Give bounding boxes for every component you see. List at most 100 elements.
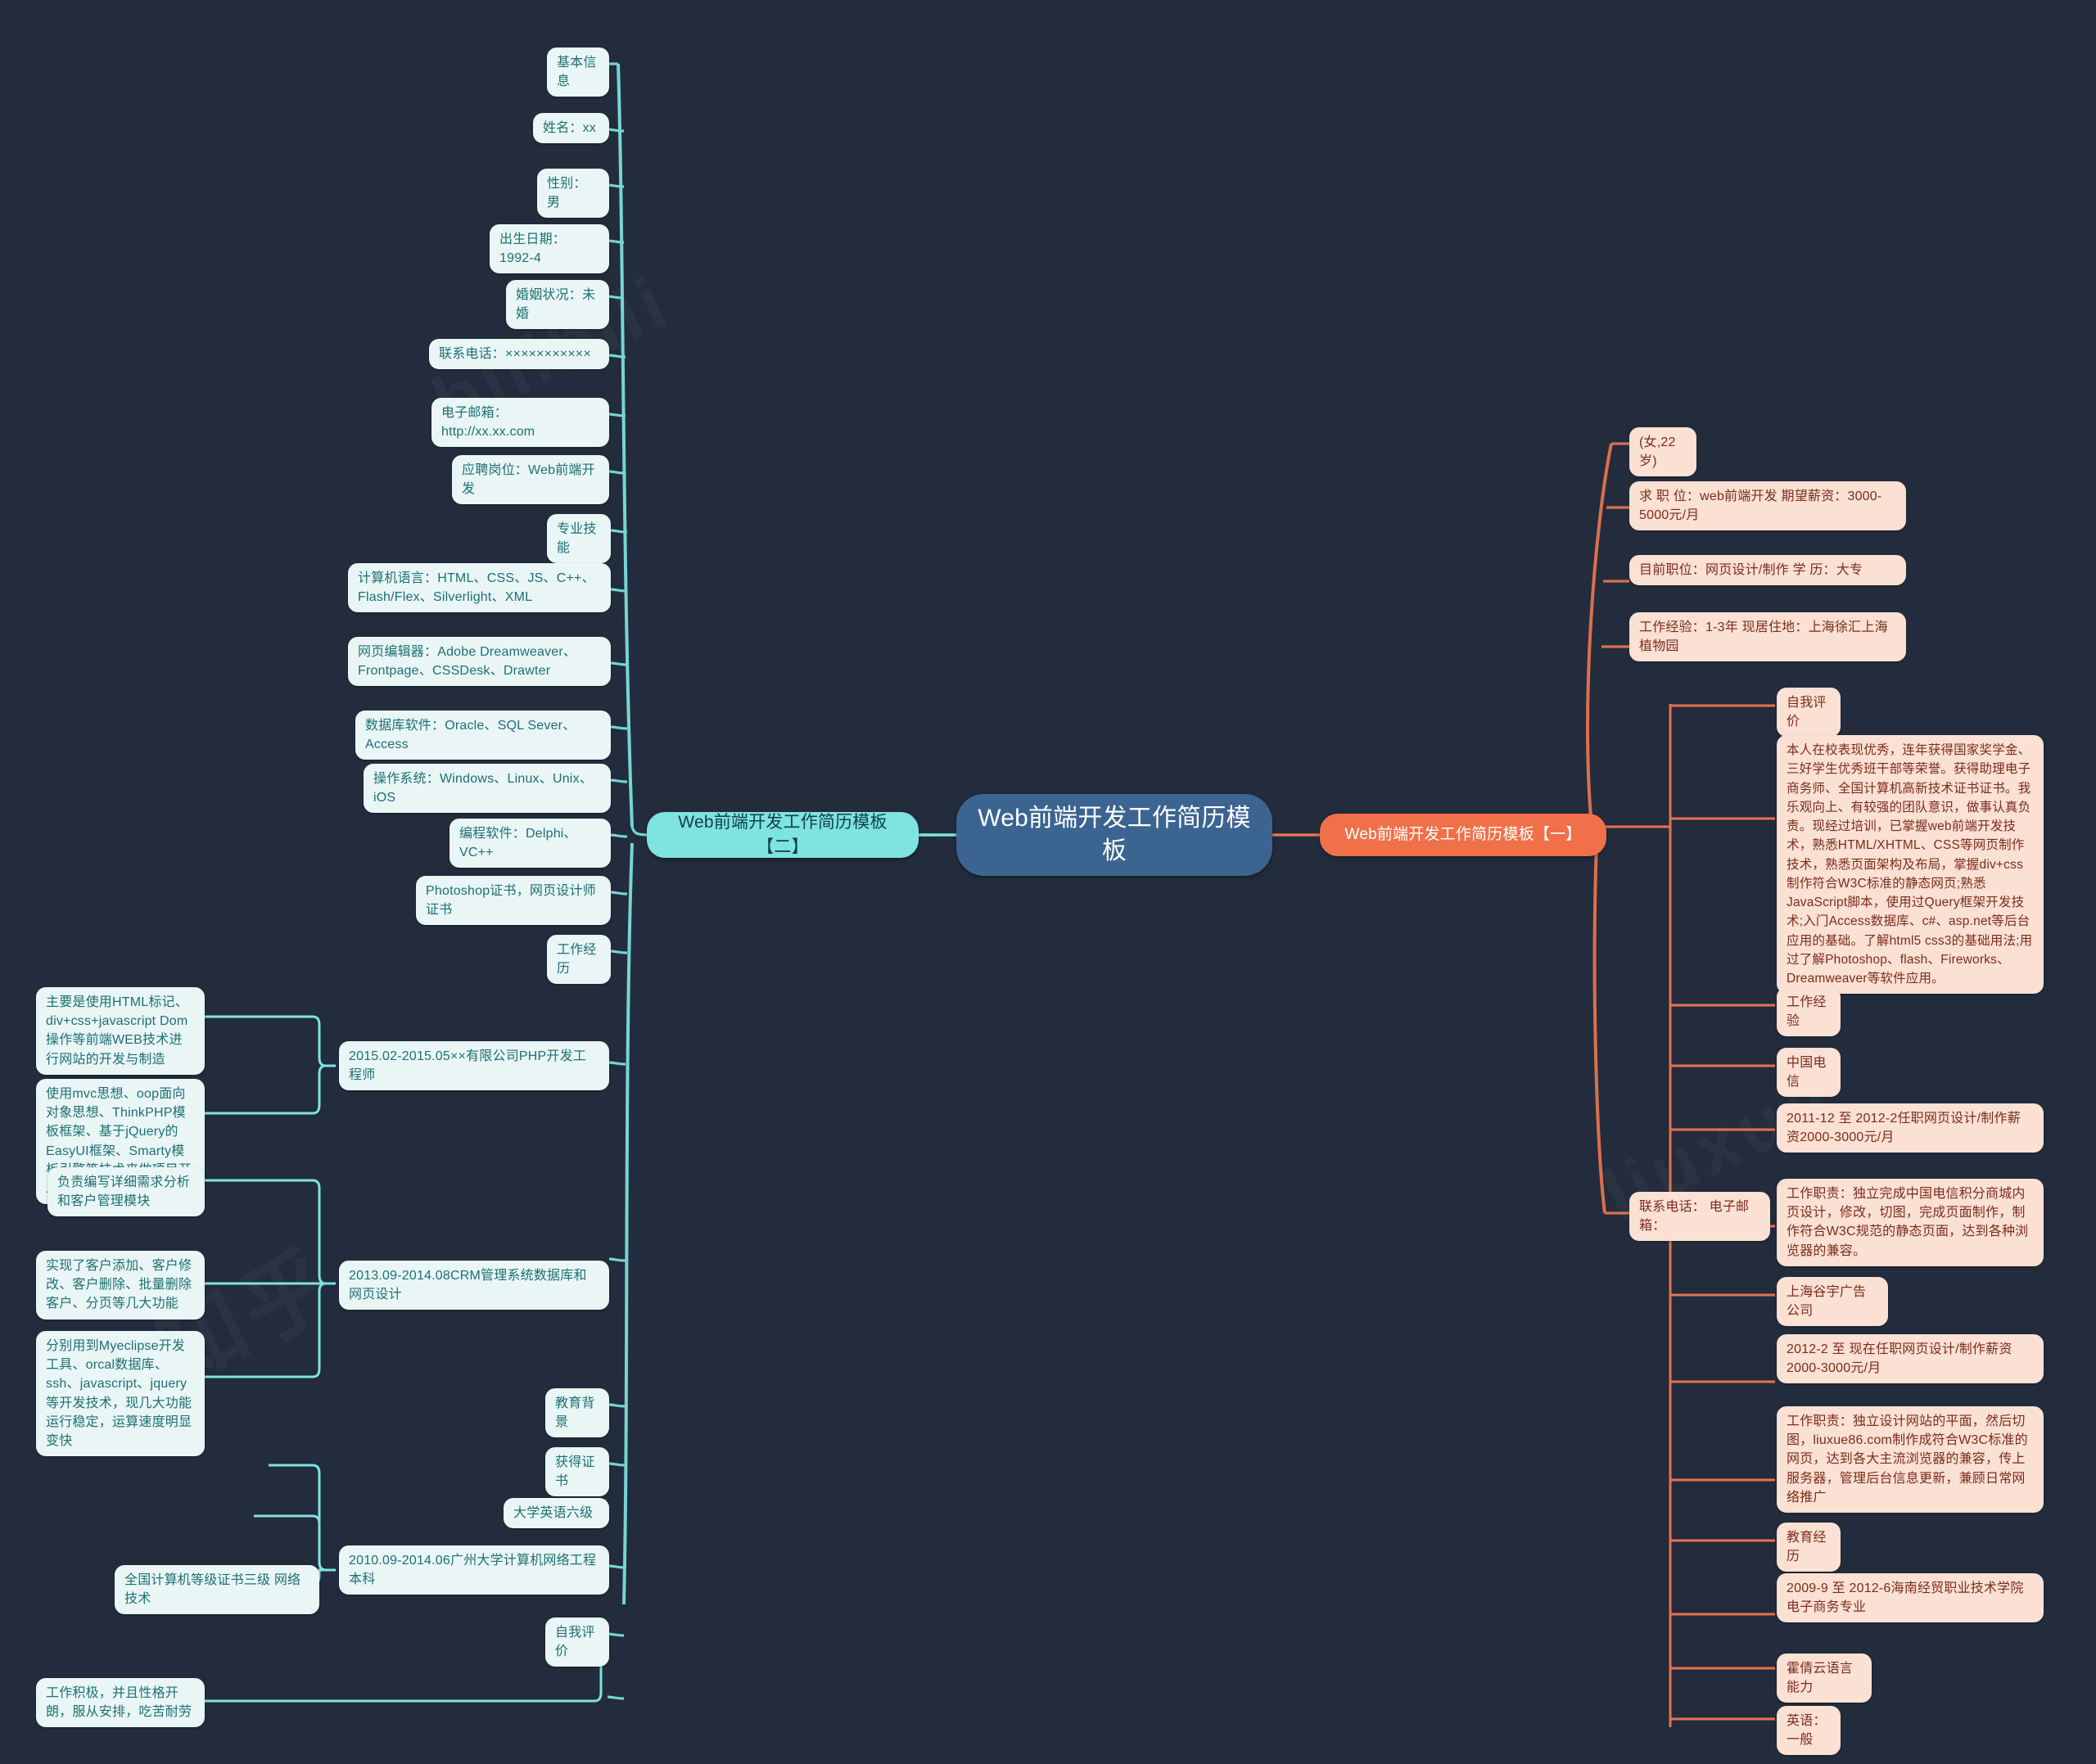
node-right-education-heading[interactable]: 教育经历 <box>1777 1523 1841 1572</box>
node-label: 目前职位：网页设计/制作 学 历：大专 <box>1639 563 1863 577</box>
node-label: 中国电信 <box>1787 1056 1827 1090</box>
node-company-1[interactable]: 中国电信 <box>1777 1048 1841 1098</box>
node-job-2-detail-2[interactable]: 实现了客户添加、客户修改、客户删除、批量删除客户、分页等几大功能 <box>36 1251 205 1320</box>
node-skill-languages[interactable]: 计算机语言：HTML、CSS、JS、C++、Flash/Flex、Silverl… <box>348 563 611 613</box>
node-right-school[interactable]: 2009-9 至 2012-6海南经贸职业技术学院电子商务专业 <box>1777 1573 2044 1623</box>
node-right-work-heading[interactable]: 工作经验 <box>1777 987 1841 1037</box>
node-label: 联系电话： 电子邮箱： <box>1639 1200 1750 1234</box>
node-label: 基本信息 <box>557 56 597 89</box>
node-birthdate[interactable]: 出生日期：1992-4 <box>490 224 609 274</box>
node-gender[interactable]: 性别：男 <box>537 169 609 219</box>
node-label: 数据库软件：Oracle、SQL Sever、Access <box>365 719 576 752</box>
node-label: 2013.09-2014.08CRM管理系统数据库和网页设计 <box>349 1269 587 1302</box>
node-label: 应聘岗位：Web前端开发 <box>462 463 595 497</box>
node-age-gender[interactable]: (女,22岁) <box>1629 427 1696 477</box>
node-label: 2012-2 至 现在任职网页设计/制作薪资2000-3000元/月 <box>1787 1342 2012 1376</box>
node-label: 求 职 位：web前端开发 期望薪资：3000-5000元/月 <box>1639 489 1882 523</box>
right-branch-node[interactable]: Web前端开发工作简历模板【一】 <box>1320 814 1606 856</box>
node-marital-status[interactable]: 婚姻状况：未婚 <box>506 280 609 330</box>
node-job-1-detail-1[interactable]: 主要是使用HTML标记、div+css+javascript Dom操作等前端W… <box>36 987 205 1075</box>
node-label: 自我评价 <box>555 1626 595 1659</box>
node-email[interactable]: 电子邮箱：http://xx.xx.com <box>431 398 609 448</box>
node-label: 2009-9 至 2012-6海南经贸职业技术学院电子商务专业 <box>1787 1581 2024 1615</box>
node-label: 操作系统：Windows、Linux、Unix、iOS <box>373 772 593 805</box>
node-label: 工作经验 <box>1787 995 1827 1029</box>
node-label: (女,22岁) <box>1639 435 1676 469</box>
right-branch-label: Web前端开发工作简历模板【一】 <box>1344 826 1582 844</box>
node-label: 编程软件：Delphi、VC++ <box>459 827 577 860</box>
node-label: 全国计算机等级证书三级 网络技术 <box>124 1573 301 1607</box>
node-skills-heading[interactable]: 专业技能 <box>547 514 611 564</box>
node-label: 工作积极，并且性格开朗，服从安排，吃苦耐劳 <box>46 1686 192 1720</box>
node-company-1-period[interactable]: 2011-12 至 2012-2任职网页设计/制作薪资2000-3000元/月 <box>1777 1103 2044 1153</box>
node-school[interactable]: 2010.09-2014.06广州大学计算机网络工程本科 <box>339 1545 609 1595</box>
node-label: 英语：一般 <box>1787 1714 1827 1748</box>
node-current-position[interactable]: 目前职位：网页设计/制作 学 历：大专 <box>1629 555 1906 586</box>
node-skill-programming[interactable]: 编程软件：Delphi、VC++ <box>449 819 611 868</box>
mindmap-canvas: 知乎 bilibili liuxue <box>0 0 2096 1764</box>
node-label: 电子邮箱：http://xx.xx.com <box>441 406 535 440</box>
node-label: 工作经历 <box>557 943 597 977</box>
node-label: 姓名：xx <box>543 121 597 135</box>
node-label: 联系电话：××××××××××× <box>439 347 591 361</box>
node-company-2-period[interactable]: 2012-2 至 现在任职网页设计/制作薪资2000-3000元/月 <box>1777 1334 2044 1384</box>
node-label: 霍倩云语言能力 <box>1787 1662 1854 1695</box>
node-applied-position[interactable]: 应聘岗位：Web前端开发 <box>452 455 609 505</box>
node-job-2-detail-1[interactable]: 负责编写详细需求分析和客户管理模块 <box>47 1167 205 1217</box>
node-label: 工作经验：1-3年 现居住地：上海徐汇上海植物园 <box>1639 620 1888 654</box>
node-basic-info-heading[interactable]: 基本信息 <box>547 47 609 97</box>
node-label: 本人在校表现优秀，连年获得国家奖学金、三好学生优秀班干部等荣誉。获得助理电子商务… <box>1787 743 2033 986</box>
node-label: 工作职责：独立完成中国电信积分商城内页设计，修改，切图，完成页面制作，制作符合W… <box>1787 1187 2029 1258</box>
left-branch-node[interactable]: Web前端开发工作简历模板【二】 <box>647 812 919 858</box>
node-education-heading[interactable]: 教育背景 <box>545 1388 609 1438</box>
node-cert-ncre3[interactable]: 全国计算机等级证书三级 网络技术 <box>115 1565 319 1615</box>
node-label: 工作职责：独立设计网站的平面，然后切图，liuxue86.com制作成符合W3C… <box>1787 1414 2028 1505</box>
node-company-2[interactable]: 上海谷宇广告公司 <box>1777 1277 1888 1327</box>
node-label: 自我评价 <box>1787 696 1827 729</box>
node-label: 上海谷宇广告公司 <box>1787 1285 1867 1319</box>
node-right-self-eval-text[interactable]: 本人在校表现优秀，连年获得国家奖学金、三好学生优秀班干部等荣誉。获得助理电子商务… <box>1777 735 2044 995</box>
node-job-2-title[interactable]: 2013.09-2014.08CRM管理系统数据库和网页设计 <box>339 1261 609 1311</box>
node-skill-certificates[interactable]: Photoshop证书，网页设计师证书 <box>416 876 611 926</box>
node-desired-position[interactable]: 求 职 位：web前端开发 期望薪资：3000-5000元/月 <box>1629 481 1906 531</box>
node-label: 专业技能 <box>557 522 597 556</box>
node-contact[interactable]: 联系电话： 电子邮箱： <box>1629 1192 1770 1242</box>
node-label: 2010.09-2014.06广州大学计算机网络工程本科 <box>349 1554 597 1587</box>
node-language-english[interactable]: 英语：一般 <box>1777 1706 1841 1756</box>
node-label: 主要是使用HTML标记、div+css+javascript Dom操作等前端W… <box>46 995 188 1067</box>
node-skill-databases[interactable]: 数据库软件：Oracle、SQL Sever、Access <box>355 711 611 760</box>
node-right-self-eval-heading[interactable]: 自我评价 <box>1777 688 1841 738</box>
left-branch-label: Web前端开发工作简历模板【二】 <box>678 812 888 856</box>
node-company-2-duties[interactable]: 工作职责：独立设计网站的平面，然后切图，liuxue86.com制作成符合W3C… <box>1777 1406 2044 1513</box>
node-skill-os[interactable]: 操作系统：Windows、Linux、Unix、iOS <box>364 764 611 814</box>
node-cert-cet6[interactable]: 大学英语六级 <box>504 1498 609 1529</box>
node-skill-editors[interactable]: 网页编辑器：Adobe Dreamweaver、Frontpage、CSSDes… <box>348 637 611 687</box>
node-work-history-heading[interactable]: 工作经历 <box>547 935 611 985</box>
node-language-heading[interactable]: 霍倩云语言能力 <box>1777 1653 1872 1703</box>
node-label: 实现了客户添加、客户修改、客户删除、批量删除客户、分页等几大功能 <box>46 1259 192 1311</box>
node-certificates-heading[interactable]: 获得证书 <box>545 1447 609 1497</box>
node-self-eval-heading[interactable]: 自我评价 <box>545 1617 609 1667</box>
node-label: 出生日期：1992-4 <box>499 232 567 266</box>
node-label: 婚姻状况：未婚 <box>516 288 596 322</box>
node-label: 教育经历 <box>1787 1531 1827 1564</box>
node-label: 负责编写详细需求分析和客户管理模块 <box>57 1175 191 1209</box>
node-phone[interactable]: 联系电话：××××××××××× <box>429 339 609 370</box>
node-job-1-title[interactable]: 2015.02-2015.05××有限公司PHP开发工程师 <box>339 1041 609 1091</box>
node-label: 2015.02-2015.05××有限公司PHP开发工程师 <box>349 1049 586 1083</box>
node-label: 网页编辑器：Adobe Dreamweaver、Frontpage、CSSDes… <box>358 645 577 679</box>
node-label: 性别：男 <box>547 177 587 210</box>
node-job-2-detail-3[interactable]: 分别用到Myeclipse开发工具、orcal数据库、ssh、javascrip… <box>36 1331 205 1457</box>
node-label: 2011-12 至 2012-2任职网页设计/制作薪资2000-3000元/月 <box>1787 1112 2021 1145</box>
root-node-label: Web前端开发工作简历模板 <box>978 804 1251 865</box>
node-label: 大学英语六级 <box>513 1506 594 1520</box>
node-company-1-duties[interactable]: 工作职责：独立完成中国电信积分商城内页设计，修改，切图，完成页面制作，制作符合W… <box>1777 1179 2044 1266</box>
root-node[interactable]: Web前端开发工作简历模板 <box>956 794 1272 876</box>
node-label: Photoshop证书，网页设计师证书 <box>426 884 596 918</box>
node-label: 教育背景 <box>555 1396 595 1430</box>
node-work-years-location[interactable]: 工作经验：1-3年 现居住地：上海徐汇上海植物园 <box>1629 612 1906 662</box>
node-label: 分别用到Myeclipse开发工具、orcal数据库、ssh、javascrip… <box>46 1339 192 1448</box>
node-self-eval-text[interactable]: 工作积极，并且性格开朗，服从安排，吃苦耐劳 <box>36 1678 205 1728</box>
node-label: 获得证书 <box>555 1455 595 1489</box>
node-name[interactable]: 姓名：xx <box>533 113 609 144</box>
